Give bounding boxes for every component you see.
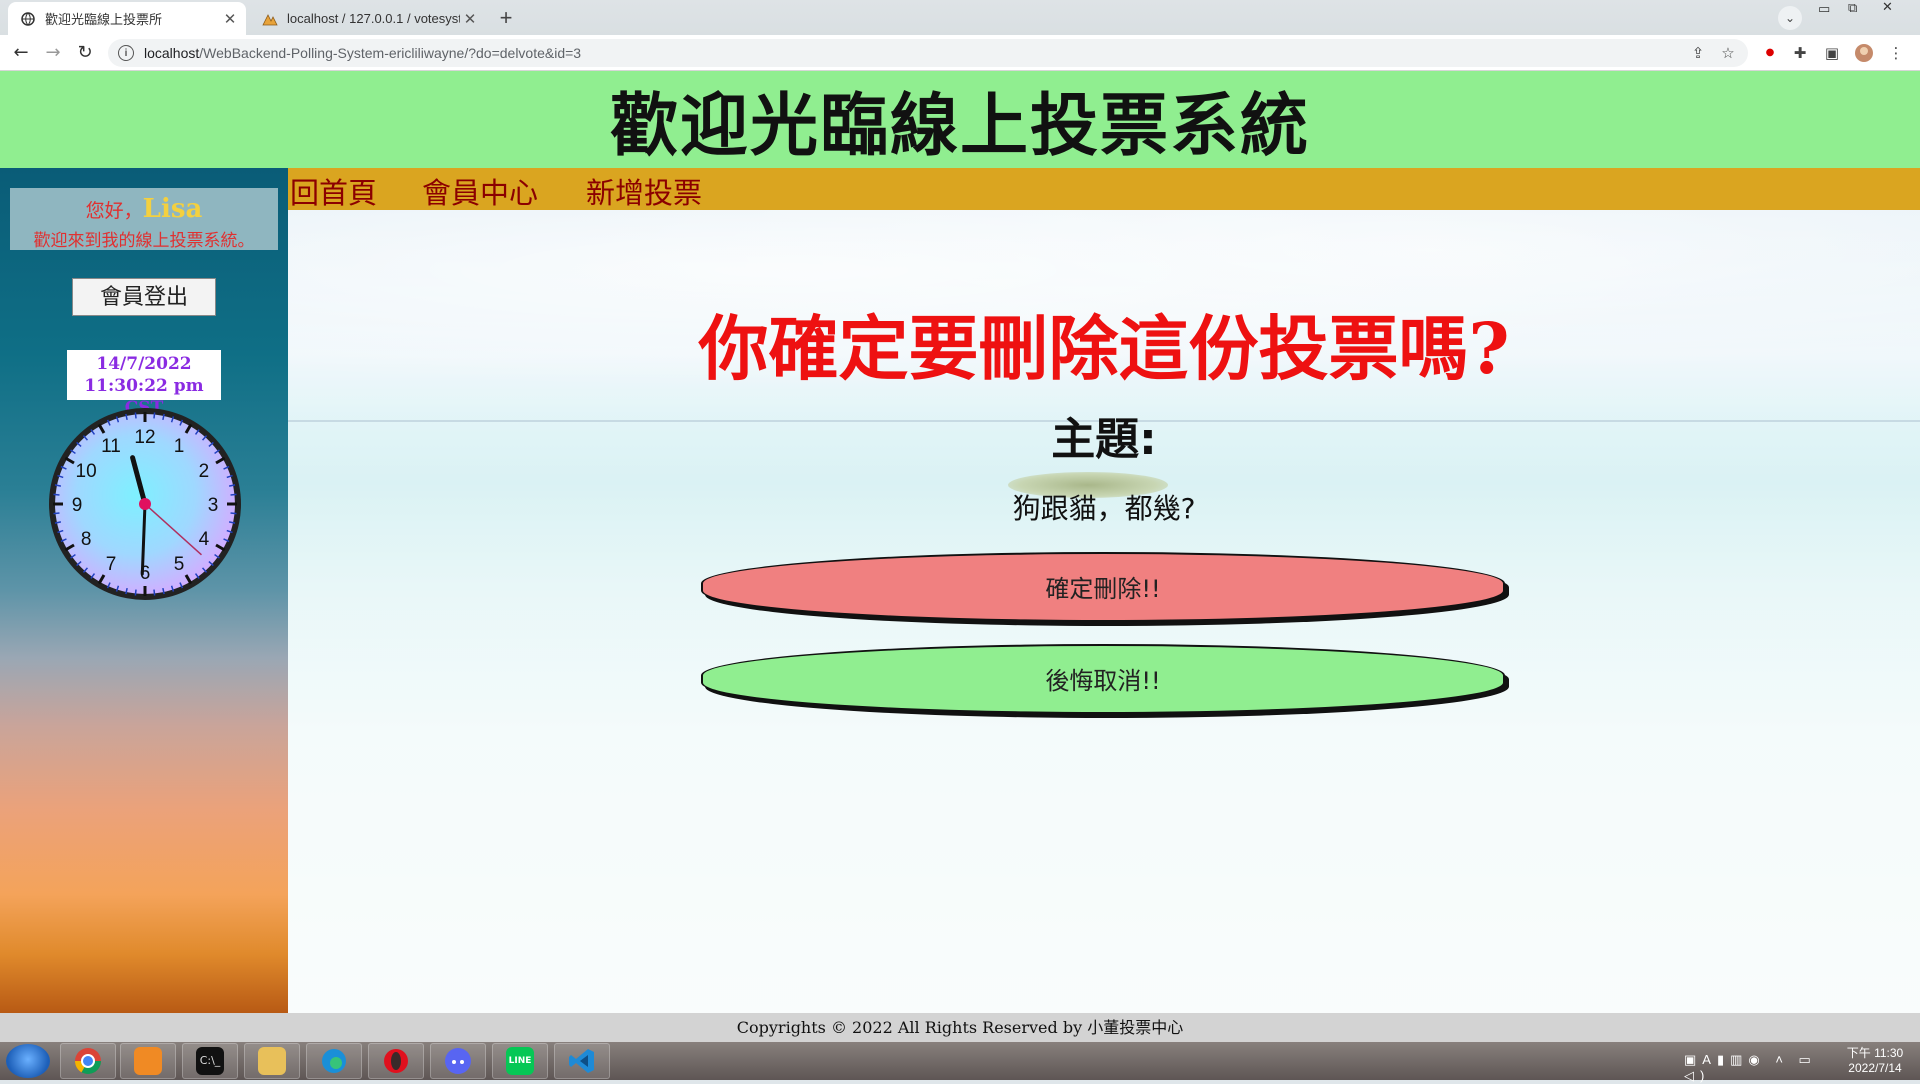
- taskbar-time: 下午 11:30: [1846, 1046, 1904, 1060]
- clock-minor-tick: [134, 412, 137, 419]
- site-header: 歡迎光臨線上投票系統: [0, 71, 1920, 168]
- clock-center: [139, 498, 151, 510]
- tab-voting-site[interactable]: 歡迎光臨線上投票所 ✕: [8, 2, 246, 35]
- browser-tab-strip: 歡迎光臨線上投票所 ✕ localhost / 127.0.0.1 / vote…: [0, 0, 1920, 35]
- clock-minor-tick: [134, 589, 137, 596]
- phpmyadmin-icon: [262, 11, 278, 27]
- nav-home-link[interactable]: 回首頁: [290, 170, 377, 212]
- extensions-icon[interactable]: ✚: [1790, 43, 1810, 63]
- clock-number: 11: [101, 436, 121, 457]
- close-window-icon[interactable]: ✕: [1882, 0, 1893, 15]
- minimize-icon[interactable]: ▭: [1818, 2, 1830, 17]
- clock-number: 2: [199, 461, 210, 482]
- nav-menu: 回首頁 會員中心 新增投票: [288, 168, 1920, 210]
- analog-clock: 1234567891011 12: [49, 408, 241, 600]
- site-title: 歡迎光臨線上投票系統: [609, 87, 1310, 166]
- clock-minor-tick: [153, 589, 156, 596]
- subject-value: 狗跟貓，都幾?: [1012, 492, 1196, 525]
- tab-search-icon[interactable]: ⌄: [1778, 6, 1802, 30]
- share-icon[interactable]: ⇪: [1688, 43, 1708, 63]
- date-time-display: 14/7/2022 11:30:22 pm CST: [67, 350, 221, 418]
- line-app-icon: LINE: [506, 1047, 534, 1075]
- subject-label: 主題:: [1051, 414, 1157, 465]
- explorer-taskbar-icon[interactable]: [244, 1043, 300, 1079]
- taskbar-date: 2022/7/14: [1848, 1061, 1902, 1075]
- reload-icon[interactable]: ↻: [72, 40, 98, 66]
- date-text: 14/7/2022: [96, 354, 192, 374]
- url-host: localhost: [144, 45, 200, 61]
- globe-icon: [20, 11, 36, 27]
- sidebar: 您好，Lisa 歡迎來到我的線上投票系統。 會員登出 14/7/2022 11:…: [0, 168, 288, 1013]
- clock-minor-tick: [53, 493, 60, 496]
- discord-taskbar-icon[interactable]: [430, 1043, 486, 1079]
- clock-minor-tick: [230, 512, 237, 515]
- tab-title: localhost / 127.0.0.1 / votesyst: [287, 11, 460, 26]
- close-tab-icon[interactable]: ✕: [220, 10, 240, 28]
- terminal-icon: C:\_: [196, 1047, 224, 1075]
- greeting-box: 您好，Lisa 歡迎來到我的線上投票系統。: [10, 188, 278, 251]
- clock-number: 12: [134, 427, 155, 448]
- taskbar-clock[interactable]: 下午 11:30 2022/7/14: [1840, 1046, 1910, 1076]
- clock-number: 1: [174, 436, 185, 457]
- web-page: 歡迎光臨線上投票系統 您好，Lisa 歡迎來到我的線上投票系統。 會員登出 14…: [0, 71, 1920, 1042]
- new-tab-button[interactable]: +: [492, 4, 520, 32]
- address-bar: ← → ↻ i localhost/WebBackend-Polling-Sys…: [0, 35, 1920, 71]
- restore-icon[interactable]: ⧉: [1848, 1, 1857, 16]
- clock-minor-tick: [230, 493, 237, 496]
- media-player-taskbar-icon[interactable]: [120, 1043, 176, 1079]
- clock-minor-tick: [153, 412, 156, 419]
- terminal-taskbar-icon[interactable]: C:\_: [182, 1043, 238, 1079]
- chrome-taskbar-icon[interactable]: [60, 1043, 116, 1079]
- main-content: 你確定要刪除這份投票嗎? 主題: 狗跟貓，都幾? 確定刪除!! 後悔取消!!: [288, 210, 1920, 1013]
- browser-menu-icon[interactable]: ⋮: [1886, 43, 1906, 63]
- cancel-button[interactable]: 後悔取消!!: [701, 644, 1505, 714]
- tab-title: 歡迎光臨線上投票所: [45, 12, 163, 27]
- clock-number: 10: [76, 461, 97, 482]
- close-tab-icon[interactable]: ✕: [460, 10, 480, 28]
- start-button-icon[interactable]: [6, 1044, 50, 1078]
- greeting-prefix: 您好，: [85, 200, 143, 222]
- windows-taskbar: C:\_ LINE ▣A▮▥◉ ˄ ▭ ◁) 下午 11:30 2022/7/1…: [0, 1042, 1920, 1083]
- url-field[interactable]: i localhost/WebBackend-Polling-System-er…: [108, 39, 1748, 67]
- nav-member-center-link[interactable]: 會員中心: [422, 170, 538, 212]
- clock-number: 9: [72, 495, 83, 516]
- welcome-text: 歡迎來到我的線上投票系統。: [33, 231, 255, 251]
- page-footer: Copyrights © 2022 All Rights Reserved by…: [0, 1013, 1920, 1042]
- clock-minor-tick: [53, 512, 60, 515]
- confirm-text: 你確定要刪除這份投票嗎: [698, 308, 1469, 390]
- edge-taskbar-icon[interactable]: [306, 1043, 362, 1079]
- clock-number: 7: [106, 554, 117, 575]
- recording-extension-icon[interactable]: ●: [1760, 43, 1780, 63]
- profile-avatar-icon[interactable]: [1854, 43, 1874, 63]
- url-path: /WebBackend-Polling-System-ericliliwayne…: [199, 45, 582, 61]
- folder-icon: [258, 1047, 286, 1075]
- tab-phpmyadmin[interactable]: localhost / 127.0.0.1 / votesyst ✕: [250, 2, 486, 35]
- tray-icons[interactable]: ▣A▮▥◉ ˄ ▭ ◁): [1684, 1052, 1824, 1084]
- vscode-taskbar-icon[interactable]: [554, 1043, 610, 1079]
- clock-number: 8: [81, 529, 92, 550]
- logout-button[interactable]: 會員登出: [72, 278, 216, 316]
- back-icon[interactable]: ←: [8, 40, 34, 66]
- nav-add-vote-link[interactable]: 新增投票: [586, 170, 702, 212]
- delete-confirm-heading: 你確定要刪除這份投票嗎?: [288, 293, 1920, 394]
- line-taskbar-icon[interactable]: LINE: [492, 1043, 548, 1079]
- confirm-delete-button[interactable]: 確定刪除!!: [701, 552, 1505, 622]
- media-player-icon: [134, 1047, 162, 1075]
- forward-icon[interactable]: →: [40, 40, 66, 66]
- site-info-icon[interactable]: i: [118, 45, 134, 61]
- greeting-line: 您好，Lisa: [10, 194, 278, 224]
- clock-number: 4: [199, 529, 210, 550]
- opera-taskbar-icon[interactable]: [368, 1043, 424, 1079]
- username: Lisa: [142, 194, 203, 224]
- side-panel-icon[interactable]: ▣: [1822, 43, 1842, 63]
- clock-number: 3: [208, 495, 219, 516]
- clock-number: 5: [174, 554, 185, 575]
- confirm-question-mark: ?: [1468, 307, 1510, 390]
- bookmark-star-icon[interactable]: ☆: [1718, 43, 1738, 63]
